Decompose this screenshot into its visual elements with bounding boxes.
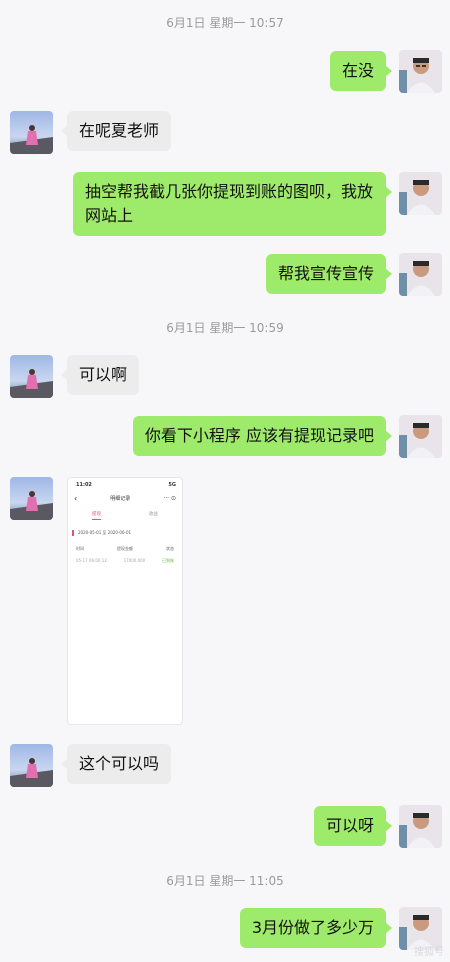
row-amount: 17000.000: [123, 558, 146, 563]
phone-status-bar: 11:02 5G: [68, 478, 182, 488]
my-avatar[interactable]: [399, 805, 442, 848]
man-portrait-icon: [399, 253, 442, 296]
message-bubble-received[interactable]: 可以啊: [60, 355, 140, 395]
mini-program-title: 明细记录: [110, 496, 131, 502]
man-portrait-icon: [399, 805, 442, 848]
message-bubble-sent[interactable]: 你看下小程序 应该有提现记录吧: [132, 416, 393, 456]
timestamp: 6月1日 星期一 10:59: [166, 321, 284, 335]
status-signal: 5G: [168, 482, 176, 488]
image-message-screenshot[interactable]: 11:02 5G ‹ 明细记录 ··· ⊙ 提现 收益 2020-05-01 至…: [67, 477, 183, 725]
row-time: 05-17 06:00:12: [76, 558, 107, 563]
message-bubble-received[interactable]: 在呢夏老师: [60, 111, 172, 151]
timestamp: 6月1日 星期一 10:57: [166, 16, 284, 30]
my-avatar[interactable]: [399, 50, 442, 93]
message-bubble-received[interactable]: 这个可以吗: [60, 744, 172, 784]
girl-beach-photo-icon: [10, 355, 53, 398]
tab-income: 收益: [149, 512, 158, 517]
back-arrow-icon: ‹: [74, 494, 78, 503]
message-bubble-sent[interactable]: 帮我宣传宣传: [265, 254, 393, 294]
man-portrait-icon: [399, 415, 442, 458]
row-status: 已到账: [162, 558, 174, 563]
col-status: 状态: [166, 546, 174, 551]
message-bubble-sent[interactable]: 在没: [329, 51, 393, 91]
mini-program-tabs: 提现 收益: [68, 511, 182, 520]
col-amount: 提现金额: [117, 546, 133, 551]
man-portrait-icon: [399, 50, 442, 93]
my-avatar[interactable]: [399, 172, 442, 215]
contact-avatar[interactable]: [10, 477, 53, 520]
col-time: 时间: [76, 546, 84, 551]
contact-avatar[interactable]: [10, 355, 53, 398]
tab-withdraw: 提现: [92, 511, 101, 520]
status-time: 11:02: [76, 482, 92, 488]
my-avatar[interactable]: [399, 253, 442, 296]
girl-beach-photo-icon: [10, 477, 53, 520]
record-table-header: 时间 提现金额 状态: [68, 546, 182, 552]
record-table-row: 05-17 06:00:12 17000.000 已到账: [68, 558, 182, 564]
message-bubble-sent[interactable]: 3月份做了多少万: [239, 908, 393, 948]
watermark: 搜狐号: [414, 947, 444, 958]
girl-beach-photo-icon: [10, 111, 53, 154]
timestamp: 6月1日 星期一 11:05: [166, 874, 284, 888]
contact-avatar[interactable]: [10, 744, 53, 787]
message-bubble-sent[interactable]: 可以呀: [313, 806, 393, 846]
my-avatar[interactable]: [399, 415, 442, 458]
man-portrait-icon: [399, 172, 442, 215]
contact-avatar[interactable]: [10, 111, 53, 154]
date-range: 2020-05-01 至 2020-06-01: [72, 530, 178, 536]
girl-beach-photo-icon: [10, 744, 53, 787]
message-bubble-sent[interactable]: 抽空帮我截几张你提现到账的图呗，我放网站上: [73, 172, 392, 236]
mini-program-nav: ‹ 明细记录 ··· ⊙: [68, 488, 182, 503]
more-icon: ··· ⊙: [163, 495, 176, 502]
